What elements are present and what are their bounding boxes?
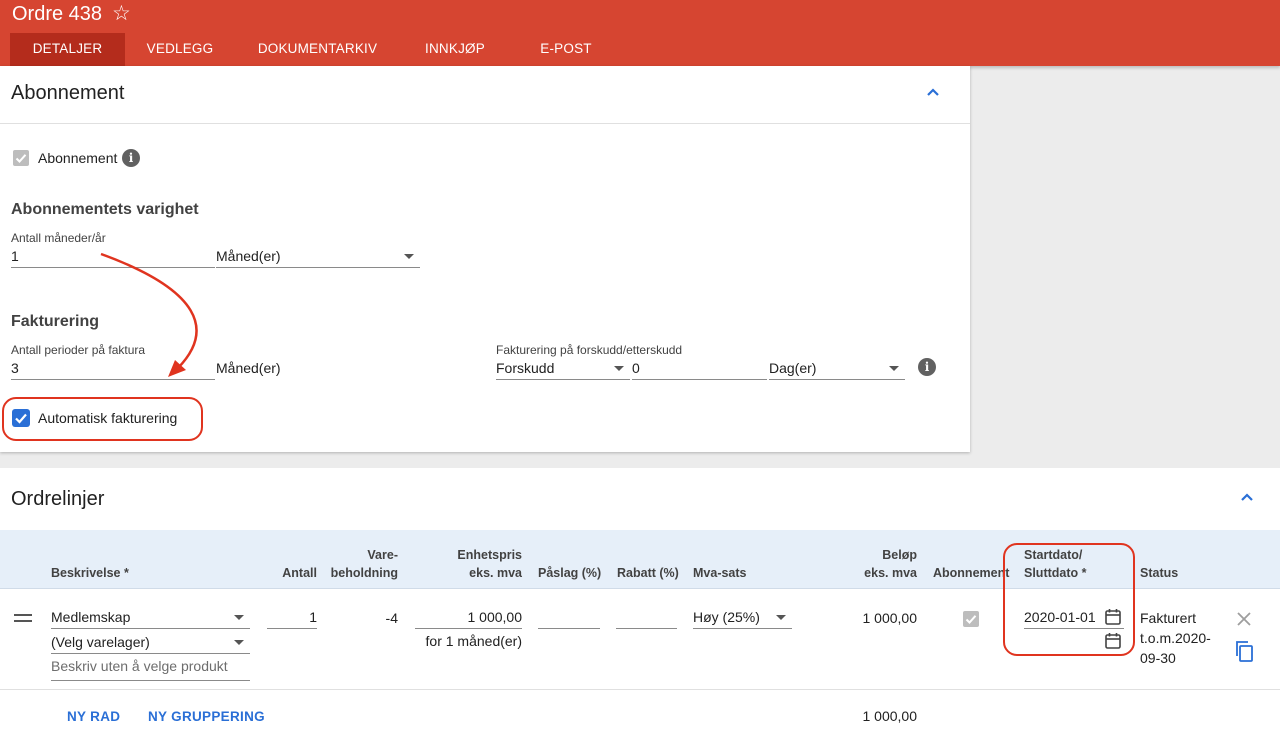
col-markup: Påslag (%) — [538, 566, 602, 580]
highlight-dates — [1003, 543, 1135, 656]
months-input[interactable]: 1 — [11, 246, 215, 268]
periods-unit: Måned(er) — [216, 360, 281, 376]
col-status: Status — [1140, 566, 1179, 580]
highlight-auto-billing — [2, 397, 203, 441]
copy-icon[interactable] — [1234, 640, 1254, 662]
advance-value: Forskudd — [496, 360, 555, 376]
days-unit-select[interactable]: Dag(er) — [769, 358, 905, 380]
discount-input[interactable] — [616, 607, 677, 629]
subscription-checkbox[interactable] — [13, 150, 29, 166]
duration-heading: Abonnementets varighet — [11, 201, 199, 218]
new-group-button[interactable]: NY GRUPPERING — [148, 709, 265, 724]
drag-handle-icon[interactable] — [14, 614, 32, 624]
status-line3: 09-30 — [1140, 650, 1176, 666]
col-stock-line2: beholdning — [330, 566, 398, 580]
info-icon[interactable]: i — [122, 149, 140, 167]
tab-innkjop[interactable]: INNKJØP — [405, 33, 505, 66]
chevron-down-icon — [614, 366, 624, 371]
col-amount-line1: Beløp — [882, 548, 917, 562]
col-unit-price-line2: eks. mva — [469, 566, 522, 580]
tab-dokumentarkiv[interactable]: DOKUMENTARKIV — [245, 33, 390, 66]
status-line1: Fakturert — [1140, 610, 1197, 626]
per-period-text: for 1 måned(er) — [425, 633, 522, 649]
order-lines-card: Ordrelinjer Beskrivelse * Antall Vare- b… — [0, 468, 1280, 732]
months-label: Antall måneder/år — [11, 231, 106, 245]
product-value: Medlemskap — [51, 609, 131, 625]
chevron-down-icon — [404, 254, 414, 259]
col-unit-price-line1: Enhetspris — [457, 548, 522, 562]
unit-price-input[interactable]: 1 000,00 — [415, 607, 522, 629]
star-icon[interactable]: ☆ — [112, 3, 131, 25]
duration-unit-select[interactable]: Måned(er) — [216, 246, 420, 268]
row-subscription-checkbox[interactable] — [963, 611, 979, 627]
chevron-up-icon[interactable] — [921, 81, 945, 105]
divider — [0, 123, 970, 124]
chevron-down-icon — [234, 640, 244, 645]
days-unit-value: Dag(er) — [769, 360, 817, 376]
markup-input[interactable] — [538, 607, 600, 629]
page-title: Ordre 438 — [12, 3, 103, 25]
advance-select[interactable]: Forskudd — [496, 358, 630, 380]
vat-select[interactable]: Høy (25%) — [693, 607, 792, 629]
col-discount: Rabatt (%) — [617, 566, 679, 580]
chevron-down-icon — [889, 366, 899, 371]
col-stock-line1: Vare- — [367, 548, 398, 562]
status-line2: t.o.m.2020- — [1140, 630, 1211, 646]
periods-input[interactable]: 3 — [11, 358, 215, 380]
close-icon[interactable] — [1236, 611, 1252, 627]
quantity-input[interactable]: 1 — [267, 607, 317, 629]
chevron-down-icon — [776, 615, 786, 620]
duration-unit-value: Måned(er) — [216, 248, 281, 264]
col-subscription: Abonnement — [933, 566, 1010, 580]
warehouse-select[interactable]: (Velg varelager) — [51, 632, 250, 654]
app-header: Ordre 438 ☆ DETALJER VEDLEGG DOKUMENTARK… — [0, 0, 1280, 66]
divider — [0, 689, 1280, 690]
advance-label: Fakturering på forskudd/etterskudd — [496, 343, 683, 357]
subscription-card: Abonnement Abonnement i Abonnementets va… — [0, 66, 970, 452]
section-title-subscription: Abonnement — [11, 82, 125, 104]
chevron-up-icon[interactable] — [1235, 486, 1259, 510]
col-vat: Mva-sats — [693, 566, 747, 580]
col-amount-line2: eks. mva — [864, 566, 917, 580]
billing-heading: Fakturering — [11, 313, 100, 330]
stock-value: -4 — [385, 610, 398, 626]
section-title-order-lines: Ordrelinjer — [11, 488, 105, 510]
description-textarea[interactable]: Beskriv uten å velge produkt — [51, 657, 250, 681]
chevron-down-icon — [234, 615, 244, 620]
info-icon[interactable]: i — [918, 358, 936, 376]
tab-epost[interactable]: E-POST — [520, 33, 612, 66]
product-select[interactable]: Medlemskap — [51, 607, 250, 629]
days-input[interactable]: 0 — [632, 358, 767, 380]
subscription-checkbox-label: Abonnement — [38, 150, 118, 166]
warehouse-value: (Velg varelager) — [51, 634, 150, 650]
vat-value: Høy (25%) — [693, 609, 760, 625]
col-quantity: Antall — [282, 566, 317, 580]
new-row-button[interactable]: NY RAD — [67, 709, 120, 724]
col-description: Beskrivelse * — [51, 566, 129, 580]
periods-label: Antall perioder på faktura — [11, 343, 146, 357]
tab-vedlegg[interactable]: VEDLEGG — [125, 33, 235, 66]
total-amount: 1 000,00 — [862, 708, 918, 724]
amount-value: 1 000,00 — [862, 610, 918, 626]
tab-detaljer[interactable]: DETALJER — [10, 33, 125, 66]
